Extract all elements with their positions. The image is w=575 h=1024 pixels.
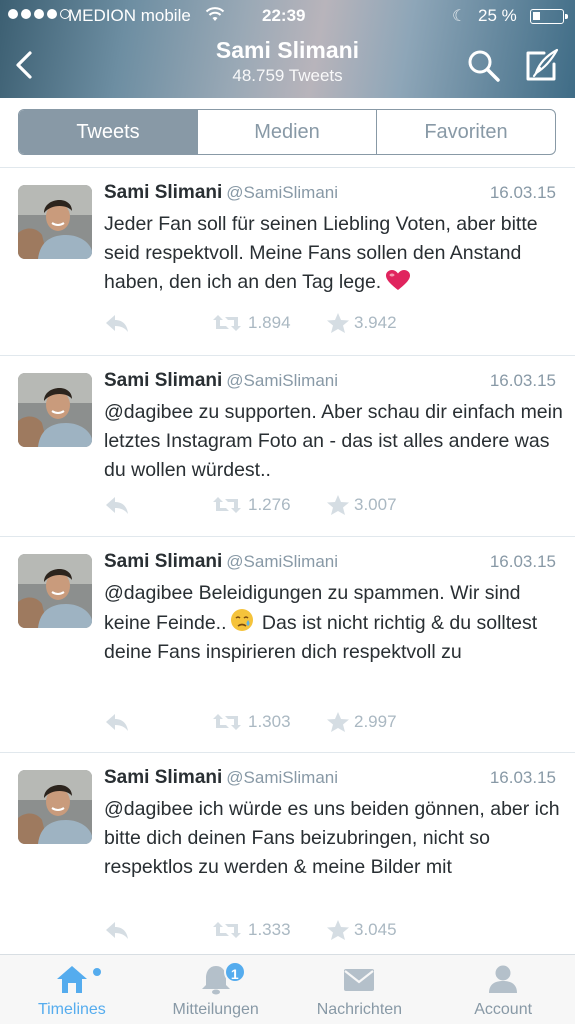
tweet-author-handle[interactable]: @SamiSlimani	[226, 371, 338, 390]
retweet-icon	[213, 315, 241, 331]
tweet-header: Sami Slimani @SamiSlimani 16.03.15	[104, 182, 556, 208]
profile-tabs-bar: Tweets Medien Favoriten	[0, 98, 575, 168]
tweet-author-name[interactable]: Sami Slimani	[104, 370, 222, 391]
star-icon	[327, 495, 349, 515]
retweet-button[interactable]: 1.276	[212, 494, 291, 516]
tweet-card[interactable]: Sami Slimani @SamiSlimani 16.03.15 @dagib…	[0, 753, 575, 954]
tab-label: Mitteilungen	[172, 1001, 259, 1018]
heart-emoji-icon	[386, 270, 411, 290]
retweet-icon	[213, 714, 241, 730]
tab-timelines[interactable]: Timelines	[0, 955, 144, 1024]
tab-label: Timelines	[37, 1001, 106, 1018]
tweet-header: Sami Slimani @SamiSlimani 16.03.15	[104, 370, 556, 396]
envelope-icon	[344, 969, 375, 991]
retweet-count: 1.303	[248, 712, 291, 731]
tweet-feed[interactable]: Sami Slimani @SamiSlimani 16.03.15 Jeder …	[0, 168, 575, 954]
star-icon	[327, 712, 349, 732]
retweet-button[interactable]: 1.333	[212, 919, 291, 941]
reply-icon[interactable]	[104, 919, 130, 941]
favorite-count: 3.045	[354, 920, 397, 939]
tweet-text: Jeder Fan soll für seinen Liebling Voten…	[104, 210, 564, 297]
signal-strength-icon	[8, 9, 70, 19]
avatar[interactable]	[18, 185, 92, 259]
tab-messages[interactable]: Nachrichten	[288, 955, 432, 1024]
favorite-button[interactable]: 3.942	[326, 312, 397, 334]
tab-label: Nachrichten	[316, 1001, 403, 1018]
retweet-button[interactable]: 1.303	[212, 711, 291, 733]
retweet-count: 1.894	[248, 313, 291, 332]
segment-media[interactable]: Medien	[198, 110, 377, 154]
favorite-button[interactable]: 2.997	[326, 711, 397, 733]
tweet-card[interactable]: Sami Slimani @SamiSlimani 16.03.15 Jeder …	[0, 168, 575, 356]
tweet-author-name[interactable]: Sami Slimani	[104, 551, 222, 572]
retweet-count: 1.333	[248, 920, 291, 939]
tweet-actions: 1.303 2.997	[104, 711, 524, 735]
favorite-count: 3.007	[354, 495, 397, 514]
tweet-text: @dagibee Beleidigungen zu spammen. Wir s…	[104, 579, 564, 667]
tweet-author-name[interactable]: Sami Slimani	[104, 767, 222, 788]
segment-tweets[interactable]: Tweets	[19, 110, 198, 154]
star-icon	[327, 920, 349, 940]
tab-label: Account	[474, 1001, 533, 1018]
tweet-author-name[interactable]: Sami Slimani	[104, 182, 222, 203]
person-icon	[489, 965, 518, 993]
reply-icon[interactable]	[104, 312, 130, 334]
favorite-button[interactable]: 3.045	[326, 919, 397, 941]
retweet-icon	[213, 497, 241, 513]
avatar[interactable]	[18, 373, 92, 447]
avatar[interactable]	[18, 770, 92, 844]
tweet-text: @dagibee ich würde es uns beiden gönnen,…	[104, 798, 560, 878]
tweet-header: Sami Slimani @SamiSlimani 16.03.15	[104, 767, 556, 793]
tweet-card[interactable]: Sami Slimani @SamiSlimani 16.03.15 @dagib…	[0, 356, 575, 537]
favorite-count: 2.997	[354, 712, 397, 731]
sad-face-emoji-icon	[230, 609, 253, 631]
tab-notifications[interactable]: 1 Mitteilungen	[144, 955, 288, 1024]
tweet-card[interactable]: Sami Slimani @SamiSlimani 16.03.15 @dagib…	[0, 537, 575, 753]
favorite-button[interactable]: 3.007	[326, 494, 397, 516]
segmented-control: Tweets Medien Favoriten	[18, 109, 556, 155]
tweet-author-handle[interactable]: @SamiSlimani	[226, 768, 338, 787]
retweet-count: 1.276	[248, 495, 291, 514]
home-icon	[56, 966, 87, 993]
clock-time: 22:39	[262, 6, 306, 25]
tweet-author-handle[interactable]: @SamiSlimani	[226, 183, 338, 202]
wifi-icon	[205, 7, 225, 21]
new-content-dot	[93, 968, 101, 976]
reply-icon[interactable]	[104, 711, 130, 733]
tweet-date: 16.03.15	[489, 371, 556, 390]
tweet-author-handle[interactable]: @SamiSlimani	[226, 552, 338, 571]
segment-favorites[interactable]: Favoriten	[377, 110, 555, 154]
retweet-button[interactable]: 1.894	[212, 312, 291, 334]
favorite-count: 3.942	[354, 313, 397, 332]
reply-icon[interactable]	[104, 494, 130, 516]
notification-badge: 1	[223, 961, 246, 983]
avatar[interactable]	[18, 554, 92, 628]
tweet-text-content: Jeder Fan soll für seinen Liebling Voten…	[104, 213, 538, 293]
tweet-actions: 1.276 3.007	[104, 494, 524, 518]
tweet-date: 16.03.15	[489, 183, 556, 202]
compose-tweet-icon[interactable]	[522, 47, 560, 83]
tweet-date: 16.03.15	[489, 552, 556, 571]
profile-header: MEDION mobile 22:39 ☾ 25 % Sami Slimani …	[0, 0, 575, 98]
tab-account[interactable]: Account	[431, 955, 575, 1024]
tweet-actions: 1.333 3.045	[104, 919, 524, 943]
do-not-disturb-moon-icon: ☾	[452, 8, 467, 25]
tweet-date: 16.03.15	[489, 768, 556, 787]
status-bar: MEDION mobile 22:39 ☾ 25 %	[0, 0, 575, 32]
star-icon	[327, 313, 349, 333]
retweet-icon	[213, 922, 241, 938]
tweet-header: Sami Slimani @SamiSlimani 16.03.15	[104, 551, 556, 577]
carrier-name: MEDION mobile	[68, 6, 191, 25]
battery-icon	[530, 9, 568, 24]
tweet-actions: 1.894 3.942	[104, 312, 524, 336]
bottom-tab-bar: Timelines 1 Mitteilungen Nachrichten Acc…	[0, 954, 575, 1024]
battery-percent: 25 %	[478, 6, 517, 25]
search-icon[interactable]	[466, 48, 502, 84]
tweet-text: @dagibee zu supporten. Aber schau dir ei…	[104, 401, 563, 481]
